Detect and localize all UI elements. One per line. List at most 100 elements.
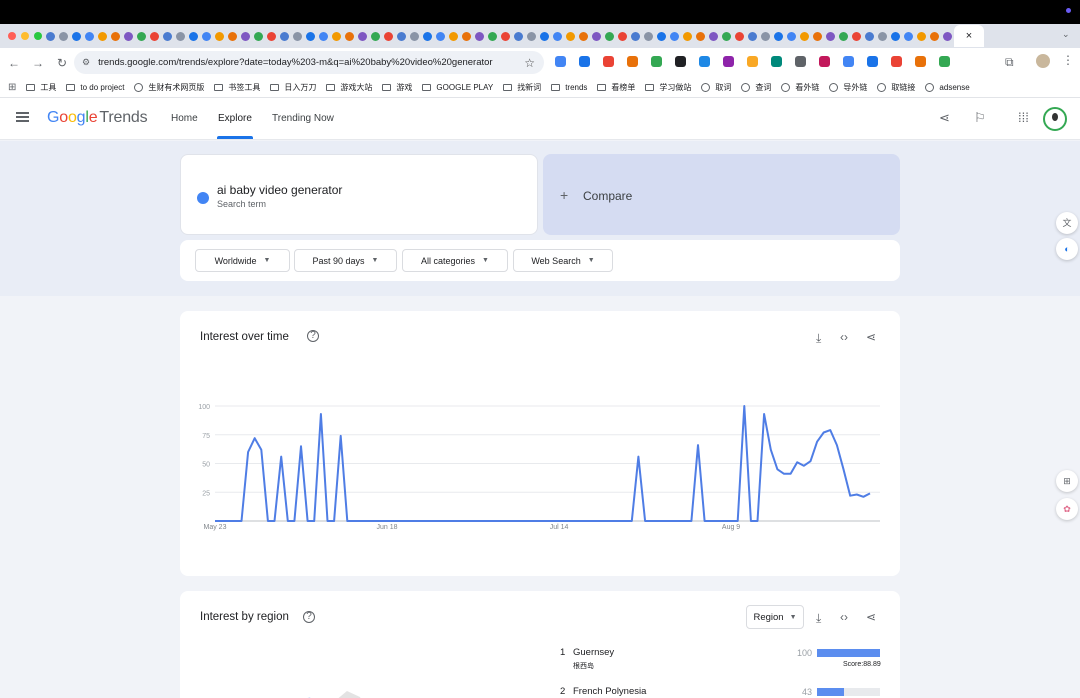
tab-favicon-icon[interactable] (683, 31, 692, 41)
tab-favicon-icon[interactable] (202, 31, 211, 41)
tab-favicon-icon[interactable] (605, 31, 614, 41)
tab-favicon-icon[interactable] (696, 31, 705, 41)
tab-favicon-icon[interactable] (462, 31, 471, 41)
extension-icon[interactable] (819, 56, 830, 67)
extension-icon[interactable] (675, 56, 686, 67)
download-icon[interactable]: ⤓ (816, 611, 821, 626)
back-icon[interactable]: ← (2, 56, 26, 70)
extension-icon[interactable] (627, 56, 638, 67)
share-icon[interactable]: ⋖ (866, 330, 876, 344)
extensions-puzzle-icon[interactable]: ⧉ (1005, 55, 1014, 70)
search-term-card[interactable]: ai baby video generator Search term (180, 154, 538, 235)
tab-favicon-icon[interactable] (553, 31, 562, 41)
tab-favicon-icon[interactable] (46, 31, 55, 41)
embed-icon[interactable]: ‹› (840, 330, 848, 344)
tab-favicon-icon[interactable] (137, 31, 146, 41)
minimize-window-icon[interactable] (21, 32, 29, 40)
tab-favicon-icon[interactable] (592, 31, 601, 41)
tab-favicon-icon[interactable] (891, 31, 900, 41)
apps-grid-icon[interactable]: ⊞ (8, 82, 16, 93)
bookmark-link[interactable]: 看外链 (781, 82, 819, 93)
feedback-icon[interactable]: ⚐ (974, 110, 986, 126)
close-window-icon[interactable] (8, 32, 16, 40)
tab-favicon-icon[interactable] (371, 31, 380, 41)
tab-favicon-icon[interactable] (748, 31, 757, 41)
bookmark-folder[interactable]: 日入万刀 (270, 82, 316, 93)
nav-explore[interactable]: Explore (218, 113, 252, 124)
site-info-icon[interactable]: ⚙ (82, 57, 90, 68)
tab-favicon-icon[interactable] (501, 31, 510, 41)
extension-icon[interactable] (843, 56, 854, 67)
tab-favicon-icon[interactable] (280, 31, 289, 41)
tab-favicon-icon[interactable] (215, 31, 224, 41)
tab-favicon-icon[interactable] (163, 31, 172, 41)
bookmark-folder[interactable]: 书签工具 (214, 82, 260, 93)
url-text[interactable]: trends.google.com/trends/explore?date=to… (98, 57, 493, 68)
tab-favicon-icon[interactable] (618, 31, 627, 41)
download-icon[interactable]: ⤓ (816, 331, 821, 346)
tab-favicon-icon[interactable] (917, 31, 926, 41)
tab-favicon-icon[interactable] (345, 31, 354, 41)
extension-icon[interactable] (939, 56, 950, 67)
tab-favicon-icon[interactable] (761, 31, 770, 41)
grid-tool-icon[interactable]: ⊞ (1056, 470, 1078, 492)
extension-icon[interactable] (747, 56, 758, 67)
extension-icon[interactable] (555, 56, 566, 67)
bookmark-folder[interactable]: to do project (66, 83, 124, 92)
extension-icon[interactable] (651, 56, 662, 67)
bookmark-link[interactable]: 查词 (741, 82, 771, 93)
tab-favicon-icon[interactable] (449, 31, 458, 41)
extension-icon[interactable] (795, 56, 806, 67)
maximize-window-icon[interactable] (34, 32, 42, 40)
region-name[interactable]: French Polynesia (573, 686, 646, 697)
region-name[interactable]: Guernsey (573, 647, 614, 658)
tab-favicon-icon[interactable] (384, 31, 393, 41)
tab-favicon-icon[interactable] (124, 31, 133, 41)
tab-favicon-icon[interactable] (527, 31, 536, 41)
tab-favicon-icon[interactable] (670, 31, 679, 41)
tab-favicon-icon[interactable] (306, 31, 315, 41)
extension-icon[interactable] (603, 56, 614, 67)
region-resolution-select[interactable]: Region ▼ (746, 605, 804, 629)
tab-favicon-icon[interactable] (254, 31, 263, 41)
tab-favicon-icon[interactable] (228, 31, 237, 41)
trend-chart[interactable]: 100 75 50 25 May 23 Jun 18 Jul 14 Aug 9 (190, 381, 890, 571)
nav-home[interactable]: Home (171, 113, 198, 124)
tab-favicon-icon[interactable] (475, 31, 484, 41)
tab-favicon-icon[interactable] (59, 31, 68, 41)
tab-search-icon[interactable]: ⌄ (1062, 29, 1070, 40)
tab-favicon-icon[interactable] (423, 31, 432, 41)
tab-favicon-icon[interactable] (644, 31, 653, 41)
tab-favicon-icon[interactable] (631, 31, 640, 41)
tab-favicon-icon[interactable] (904, 31, 913, 41)
filter-location[interactable]: Worldwide ▼ (195, 249, 290, 272)
tab-favicon-icon[interactable] (878, 31, 887, 41)
tab-favicon-icon[interactable] (826, 31, 835, 41)
account-avatar[interactable] (1043, 107, 1067, 131)
address-bar[interactable]: ⚙ trends.google.com/trends/explore?date=… (74, 51, 544, 74)
tab-favicon-icon[interactable] (540, 31, 549, 41)
extension-icon[interactable] (771, 56, 782, 67)
tab-favicon-icon[interactable] (943, 31, 952, 41)
tab-favicon-icon[interactable] (813, 31, 822, 41)
tab-favicon-icon[interactable] (722, 31, 731, 41)
tab-close-icon[interactable]: × (966, 30, 972, 42)
search-term-text[interactable]: ai baby video generator (217, 183, 342, 197)
tab-favicon-icon[interactable] (514, 31, 523, 41)
nav-trending-now[interactable]: Trending Now (272, 113, 334, 124)
bookmark-link[interactable]: 取链接 (877, 82, 915, 93)
help-icon[interactable]: ? (303, 611, 315, 623)
bookmark-folder[interactable]: 工具 (26, 82, 56, 93)
active-tab[interactable]: × (954, 25, 984, 47)
tab-favicon-icon[interactable] (111, 31, 120, 41)
tab-favicon-icon[interactable] (98, 31, 107, 41)
bookmark-folder[interactable]: GOOGLE PLAY (422, 83, 493, 92)
tab-favicon-icon[interactable] (735, 31, 744, 41)
bookmark-folder[interactable]: 游戏大站 (326, 82, 372, 93)
tab-favicon-icon[interactable] (241, 31, 250, 41)
tab-favicon-icon[interactable] (566, 31, 575, 41)
translate-extension-icon[interactable]: ✿ (1056, 498, 1078, 520)
tab-favicon-icon[interactable] (865, 31, 874, 41)
compare-button[interactable]: + Compare (543, 154, 900, 235)
tab-favicon-icon[interactable] (176, 31, 185, 41)
